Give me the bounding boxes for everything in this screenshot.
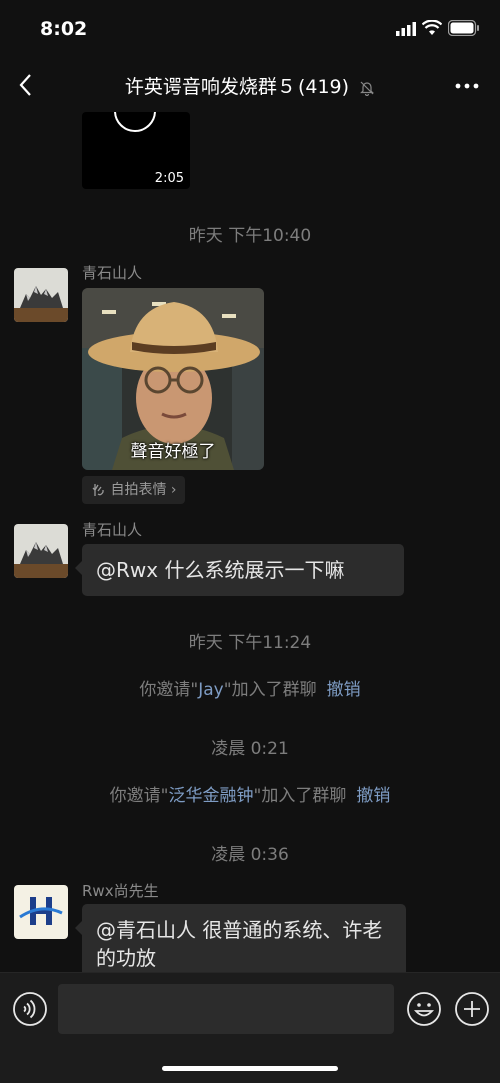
bell-off-icon <box>360 81 375 96</box>
emoji-icon[interactable] <box>406 991 442 1027</box>
system-message: 你邀请"Jay"加入了群聊 撤销 <box>0 675 500 700</box>
video-duration: 2:05 <box>154 171 184 186</box>
message-input[interactable] <box>58 984 394 1034</box>
more-dots-icon[interactable] <box>454 76 480 96</box>
group-name: 许英谔音响发烧群５ <box>124 76 296 98</box>
sticker-link-label: 自拍表情 <box>110 482 167 498</box>
timestamp: 昨天 下午11:24 <box>188 633 312 653</box>
sender-name: 青石山人 <box>82 264 143 282</box>
home-indicator <box>162 1066 338 1071</box>
chevron-right-icon: › <box>170 482 177 498</box>
avatar[interactable] <box>14 268 68 322</box>
invited-name[interactable]: Jay <box>198 680 224 700</box>
invited-name[interactable]: 泛华金融钟 <box>169 786 254 806</box>
sticker-caption: 聲音好極了 <box>130 442 216 462</box>
system-text: "加入了群聊 <box>253 786 347 806</box>
play-icon <box>114 112 156 132</box>
selfie-sticker[interactable]: 聲音好極了 <box>82 288 264 470</box>
system-text: "加入了群聊 <box>223 680 317 700</box>
wifi-icon <box>422 20 442 35</box>
voice-input-icon[interactable] <box>12 991 48 1027</box>
timestamp: 昨天 下午10:40 <box>188 226 312 246</box>
message-list[interactable]: 2:05 昨天 下午10:40 青石山人 聲音好極了 自拍表情 › 青石山人 @… <box>0 112 500 972</box>
chat-title: 许英谔音响发烧群５ (419) <box>0 72 500 99</box>
sender-name: 青石山人 <box>82 521 143 539</box>
avatar[interactable] <box>14 885 68 939</box>
timestamp: 凌晨 0:36 <box>211 845 289 865</box>
undo-link[interactable]: 撤销 <box>327 680 361 700</box>
message-bubble[interactable]: @Rwx 什么系统展示一下嘛 <box>75 544 404 596</box>
status-time: 8:02 <box>40 18 88 40</box>
undo-link[interactable]: 撤销 <box>356 786 390 806</box>
battery-icon <box>448 20 479 36</box>
avatar[interactable] <box>14 524 68 578</box>
sender-name: Rwx尚先生 <box>82 882 159 900</box>
hand-gesture-icon <box>92 484 104 496</box>
timestamp: 凌晨 0:21 <box>211 739 289 759</box>
status-bar: 8:02 <box>0 0 500 60</box>
system-text: 你邀请" <box>109 786 169 806</box>
cellular-signal-icon <box>396 22 416 36</box>
selfie-sticker-link[interactable]: 自拍表情 › <box>82 476 185 504</box>
system-message: 你邀请"泛华金融钟"加入了群聊 撤销 <box>0 781 500 806</box>
video-message[interactable]: 2:05 <box>82 112 190 189</box>
message-bubble[interactable]: @青石山人 很普通的系统、许老的功放 <box>75 904 406 972</box>
member-count: (419) <box>297 76 350 98</box>
system-text: 你邀请" <box>139 680 199 700</box>
chat-header: 许英谔音响发烧群５ (419) <box>0 60 500 112</box>
plus-icon[interactable] <box>454 991 490 1027</box>
